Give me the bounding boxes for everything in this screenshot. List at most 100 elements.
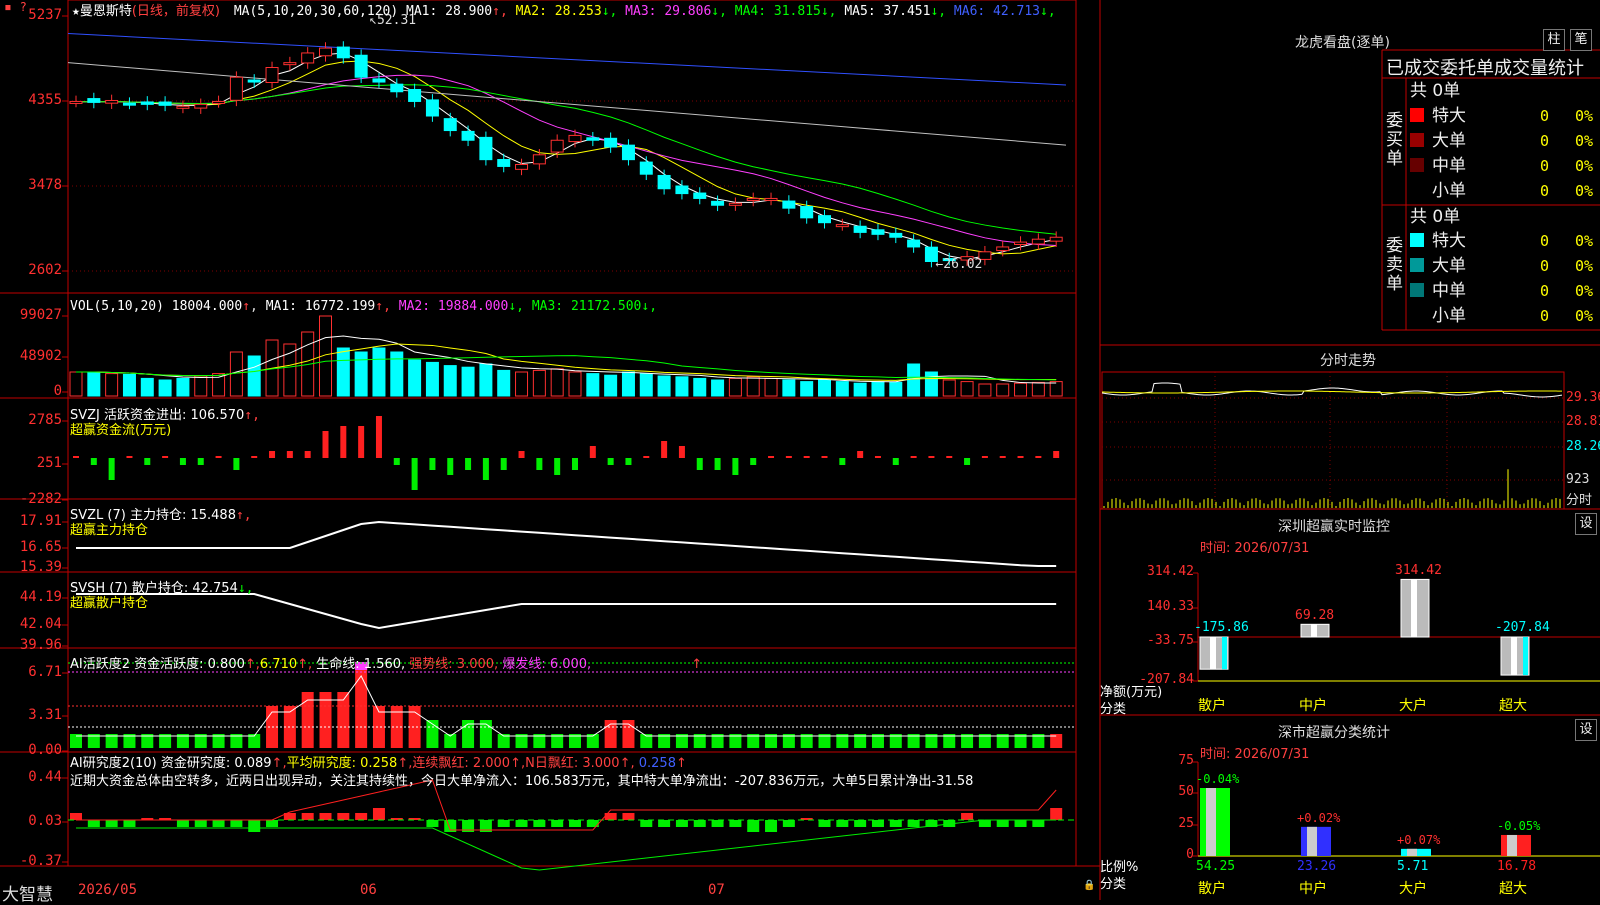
stock-name: 曼恩斯特: [79, 4, 132, 19]
intraday-avg-line: [1101, 390, 1563, 394]
svzl-sub: 超赢主力持仓: [70, 523, 149, 538]
sell-order-count: 0: [1540, 232, 1550, 250]
sz-monitor-xname: 分类: [1100, 702, 1127, 717]
ai1-header: AI活跃度2 资金活跃度: 0.800↑,6.710↑, 生命线: 1.560,…: [70, 657, 703, 672]
svsh-axis-label: 39.96: [19, 637, 62, 653]
class-value-label: 16.78: [1497, 859, 1537, 874]
buy-order-row: 特大: [1410, 104, 1466, 128]
monitor-bar-label: 314.42: [1395, 563, 1442, 579]
sz-class-time: 时间: 2026/07/31: [1200, 747, 1310, 762]
mon-axis-label: 140.33: [1147, 599, 1194, 614]
monitor-bar-highlight: [1511, 637, 1517, 676]
color-swatch: [1410, 183, 1424, 197]
svzl-axis-label: 15.39: [19, 559, 62, 575]
ma-value-5: MA5: 37.451: [836, 4, 931, 19]
ma-arrow-5: ↓,: [930, 4, 947, 19]
monitor-bar-edge: [1222, 637, 1227, 670]
vol-ma-arrow-2: ↓,: [508, 299, 532, 314]
price-axis-label: 2602: [28, 262, 62, 278]
monitor-bar-highlight: [1210, 637, 1216, 670]
cls-axis-label: 0: [1186, 847, 1194, 862]
monitor-category-label: 大户: [1399, 698, 1427, 714]
class-category-label: 大户: [1399, 881, 1427, 897]
color-swatch: [1410, 258, 1424, 272]
cls-axis-label: 50: [1178, 784, 1194, 799]
date-label-jun: 06: [360, 882, 377, 898]
sell-order-row: 特大: [1410, 229, 1466, 253]
ai2-header: AI研究度2(10) 资金研究度: 0.089↑,平均研究度: 0.258↑,连…: [70, 756, 687, 771]
svsh-sub: 超赢散户持仓: [70, 596, 149, 611]
monitor-bar-edge: [1523, 637, 1528, 676]
ai1-axis-label: 3.31: [28, 707, 62, 723]
intraday-axis-label: 28.26: [1566, 439, 1600, 454]
class-bar-highlight: [1407, 848, 1417, 856]
sz-monitor-settings-button[interactable]: 设: [1575, 513, 1597, 535]
buy-order-pct: 0%: [1575, 132, 1594, 150]
buy-order-count: 0: [1540, 132, 1550, 150]
vol-header: VOL(5,10,20) 18004.000↑, MA1: 16772.199↑…: [70, 299, 658, 314]
class-change-label: -0.04%: [1196, 772, 1240, 786]
intraday-price-line: [1101, 382, 1563, 398]
ai1-axis-label: 0.00: [28, 742, 62, 758]
ma-params: MA(5,10,20,30,60,120): [233, 4, 399, 19]
stats-title: 已成交委托单成交量统计: [1386, 58, 1584, 79]
buy-order-count: 0: [1540, 182, 1550, 200]
star-icon[interactable]: ★: [72, 4, 80, 19]
monitor-category-label: 中户: [1299, 698, 1327, 714]
period-label[interactable]: (日线，前复权): [132, 4, 220, 19]
lock-icon[interactable]: 🔒: [1083, 880, 1095, 891]
svsh-axis-label: 42.04: [19, 616, 62, 632]
sell-order-name: 特大: [1432, 231, 1466, 251]
monitor-bar-highlight: [1411, 579, 1417, 637]
ai2-axis-label: 0.03: [28, 813, 62, 829]
svzj-sub: 超赢资金流(万元): [70, 423, 172, 438]
buy-order-pct: 0%: [1575, 182, 1594, 200]
sz-class-title: 深市超赢分类统计: [1278, 725, 1390, 741]
dragon-title: 龙虎看盘(逐单): [1295, 35, 1390, 51]
vol-ma-arrow-3: ↓,: [641, 299, 658, 314]
ai1-axis-label: 6.71: [28, 664, 62, 680]
mon-axis-label: 314.42: [1147, 564, 1194, 579]
sz-class-xname: 分类: [1100, 877, 1127, 892]
sell-order-pct: 0%: [1575, 257, 1594, 275]
bar-view-button[interactable]: 柱: [1543, 29, 1565, 51]
sell-order-count: 0: [1540, 257, 1550, 275]
class-change-label: -0.05%: [1497, 818, 1541, 833]
vol-axis-label: 0: [53, 383, 62, 399]
class-bar-highlight: [1307, 826, 1317, 856]
buy-order-name: 特大: [1432, 106, 1466, 126]
ai-comment: 近期大资金总体由空转多，近两日出现异动，关注其持续性，今日大单净流入：106.5…: [70, 774, 974, 789]
mon-axis-label: -207.84: [1139, 672, 1194, 687]
cls-axis-label: 25: [1178, 816, 1194, 831]
tick-view-button[interactable]: 笔: [1570, 29, 1592, 51]
vol-ma-2: MA2: 19884.000: [398, 299, 509, 314]
vol-axis-label: 99027: [19, 307, 62, 323]
buy-order-count: 0: [1540, 107, 1550, 125]
sell-order-name: 大单: [1432, 256, 1466, 276]
class-change-label: +0.07%: [1397, 832, 1441, 847]
color-swatch: [1410, 308, 1424, 322]
buy-side-label: 委买单: [1386, 111, 1403, 169]
intraday-title: 分时走势: [1320, 353, 1376, 369]
price-axis-label: 5237: [28, 7, 62, 23]
color-swatch: [1410, 108, 1424, 122]
class-value-label: 54.25: [1196, 859, 1236, 874]
date-label-may: 2026/05: [78, 882, 138, 898]
svzj-axis-label: 2785: [28, 412, 62, 428]
monitor-bar-label: -175.86: [1194, 620, 1249, 635]
ma-arrow-3: ↓,: [711, 4, 727, 19]
vol-ma-3: MA3: 21172.500: [531, 299, 642, 314]
sell-order-count: 0: [1540, 282, 1550, 300]
ma-arrow-1: ↑,: [492, 4, 508, 19]
class-category-label: 中户: [1299, 881, 1327, 897]
sell-order-row: 小单: [1410, 304, 1466, 328]
sell-total: 共 0单: [1410, 207, 1461, 227]
class-bar-highlight: [1507, 834, 1517, 856]
ma-value-4: MA4: 31.815: [726, 4, 821, 19]
monitor-category-label: 散户: [1198, 698, 1226, 714]
buy-order-name: 小单: [1432, 181, 1466, 201]
ma-value-6: MA6: 42.713: [946, 4, 1041, 19]
sz-class-settings-button[interactable]: 设: [1575, 719, 1597, 741]
buy-order-row: 小单: [1410, 179, 1466, 203]
buy-order-pct: 0%: [1575, 157, 1594, 175]
